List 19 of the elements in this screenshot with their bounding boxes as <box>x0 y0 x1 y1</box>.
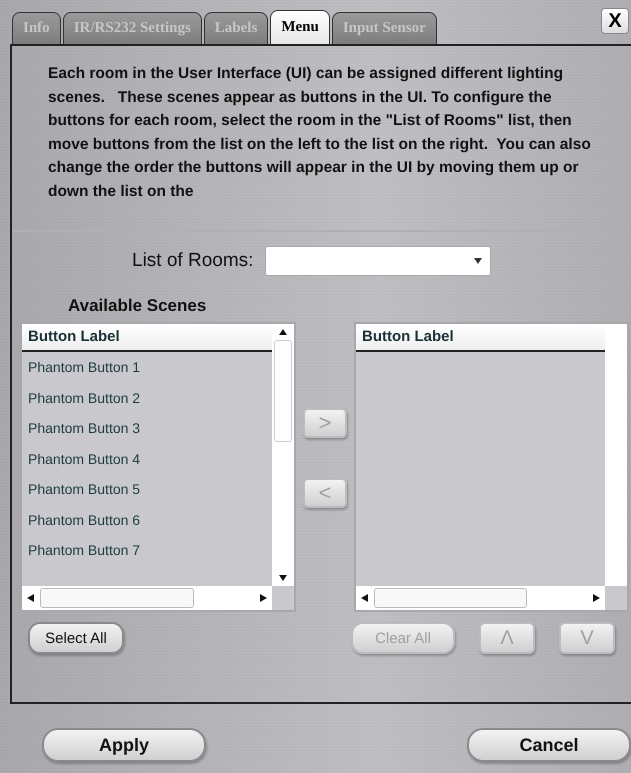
list-item[interactable]: Phantom Button 4 <box>22 444 272 474</box>
close-button[interactable]: X <box>601 8 629 34</box>
field-label: List of Rooms: <box>132 250 254 272</box>
cancel-button[interactable]: Cancel <box>467 728 631 762</box>
list-item[interactable]: Phantom Button 1 <box>22 352 272 382</box>
list-item[interactable]: Phantom Button 3 <box>22 413 272 444</box>
list-item[interactable]: Phantom Button 5 <box>22 474 272 504</box>
apply-button[interactable]: Apply <box>42 728 206 762</box>
list-item[interactable]: Phantom Button 6 <box>22 504 272 535</box>
section-title: Available Scenes <box>67 295 208 317</box>
scene-list[interactable]: Button Label <box>354 322 629 612</box>
tab[interactable]: Menu <box>270 10 330 44</box>
column-header: Button Label <box>356 324 605 352</box>
select-all-button[interactable]: Select All <box>28 622 124 654</box>
scene-list[interactable]: Button Label Phantom Button 1 Phantom Button 2 Phantom Button 3 Phantom Button 4 Phantom Button 5 Phantom Button 6 Phantom Button 7 <box>20 322 296 612</box>
list-item[interactable]: Phantom Button 7 <box>22 535 272 566</box>
instructions-text: Each room in the User Interface (UI) can be assigned different lighting scenes. These scenes appear as buttons in the UI. To configure the buttons for each room, select the room in the "List of Rooms" list, then move buttons from the list on the left to the list on the right. You can also change the order the buttons will appear in the UI by moving them up or down the list on the <box>47 64 592 202</box>
column-header: Button Label <box>22 324 272 352</box>
list-item[interactable]: Phantom Button 2 <box>22 382 272 413</box>
